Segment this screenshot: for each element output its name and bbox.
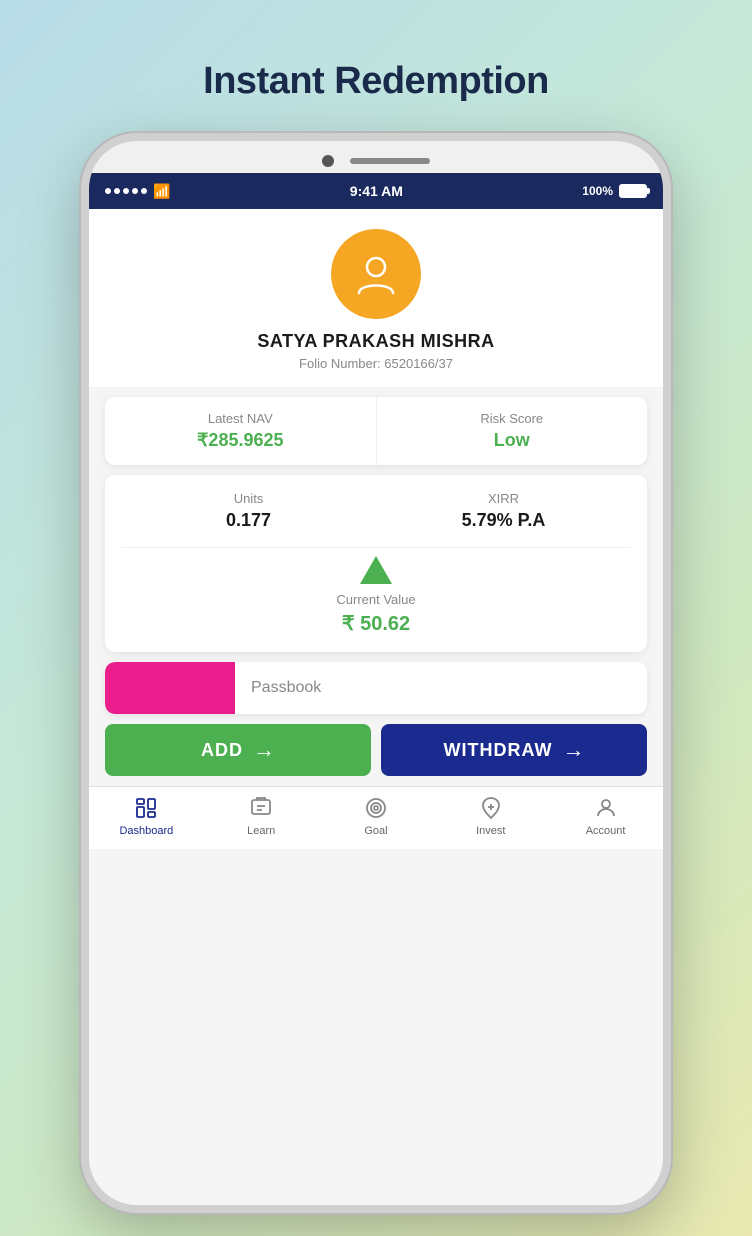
passbook-row[interactable]: Passbook (105, 662, 647, 714)
status-left: 📶 (105, 183, 170, 200)
current-value-amount: ₹ 50.62 (342, 611, 410, 636)
nav-cell: Latest NAV ₹285.9625 (105, 397, 377, 465)
status-bar: 📶 9:41 AM 100% (89, 173, 663, 209)
avatar (331, 229, 421, 319)
nav-label: Latest NAV (121, 411, 360, 426)
units-cell: Units 0.177 (121, 491, 376, 531)
bottom-nav: Dashboard Learn (89, 786, 663, 849)
risk-cell: Risk Score Low (377, 397, 648, 465)
profile-section: SATYA PRAKASH MISHRA Folio Number: 65201… (89, 209, 663, 387)
status-right: 100% (582, 184, 647, 198)
account-label: Account (586, 825, 626, 837)
nav-item-dashboard[interactable]: Dashboard (116, 795, 176, 837)
triangle-icon (360, 556, 392, 584)
xirr-cell: XIRR 5.79% P.A (376, 491, 631, 531)
user-name: SATYA PRAKASH MISHRA (257, 331, 494, 352)
withdraw-button[interactable]: WITHDRAW → (381, 724, 647, 776)
stats-card: Latest NAV ₹285.9625 Risk Score Low (105, 397, 647, 465)
battery-percentage: 100% (582, 184, 613, 198)
risk-value: Low (393, 430, 632, 451)
withdraw-label: WITHDRAW (444, 740, 553, 761)
status-time: 9:41 AM (350, 183, 403, 199)
passbook-pink-tab (105, 662, 235, 714)
goal-label: Goal (364, 825, 387, 837)
learn-label: Learn (247, 825, 275, 837)
passbook-label: Passbook (235, 679, 337, 697)
nav-value: ₹285.9625 (121, 430, 360, 451)
nav-item-account[interactable]: Account (576, 795, 636, 837)
stats-row: Latest NAV ₹285.9625 Risk Score Low (105, 397, 647, 465)
account-icon (593, 795, 619, 821)
nav-item-learn[interactable]: Learn (231, 795, 291, 837)
risk-label: Risk Score (393, 411, 632, 426)
invest-icon (478, 795, 504, 821)
add-label: ADD (201, 740, 243, 761)
phone-shell: 📶 9:41 AM 100% SATYA PRAKASH MISHRA Foli… (81, 133, 671, 1213)
goal-icon (363, 795, 389, 821)
dashboard-icon (133, 795, 159, 821)
phone-hardware (322, 155, 430, 167)
nav-item-goal[interactable]: Goal (346, 795, 406, 837)
battery-icon (619, 184, 647, 198)
front-camera (322, 155, 334, 167)
app-content: SATYA PRAKASH MISHRA Folio Number: 65201… (89, 209, 663, 1205)
nav-item-invest[interactable]: Invest (461, 795, 521, 837)
current-value-section: Current Value ₹ 50.62 (121, 547, 631, 636)
xirr-value: 5.79% P.A (376, 510, 631, 531)
speaker (350, 158, 430, 164)
add-button[interactable]: ADD → (105, 724, 371, 776)
invest-label: Invest (476, 825, 505, 837)
units-label: Units (121, 491, 376, 506)
learn-icon (248, 795, 274, 821)
investment-card: Units 0.177 XIRR 5.79% P.A Current Value… (105, 475, 647, 652)
units-value: 0.177 (121, 510, 376, 531)
page-title: Instant Redemption (203, 60, 549, 103)
action-buttons: ADD → WITHDRAW → (89, 724, 663, 776)
investment-row: Units 0.177 XIRR 5.79% P.A (121, 491, 631, 531)
xirr-label: XIRR (376, 491, 631, 506)
signal-dots (105, 188, 147, 194)
folio-number: Folio Number: 6520166/37 (299, 356, 453, 371)
wifi-icon: 📶 (153, 183, 170, 200)
dashboard-label: Dashboard (119, 825, 173, 837)
current-value-label: Current Value (336, 592, 415, 607)
withdraw-arrow-icon: → (562, 737, 584, 763)
add-arrow-icon: → (253, 737, 275, 763)
phone-top (89, 141, 663, 173)
